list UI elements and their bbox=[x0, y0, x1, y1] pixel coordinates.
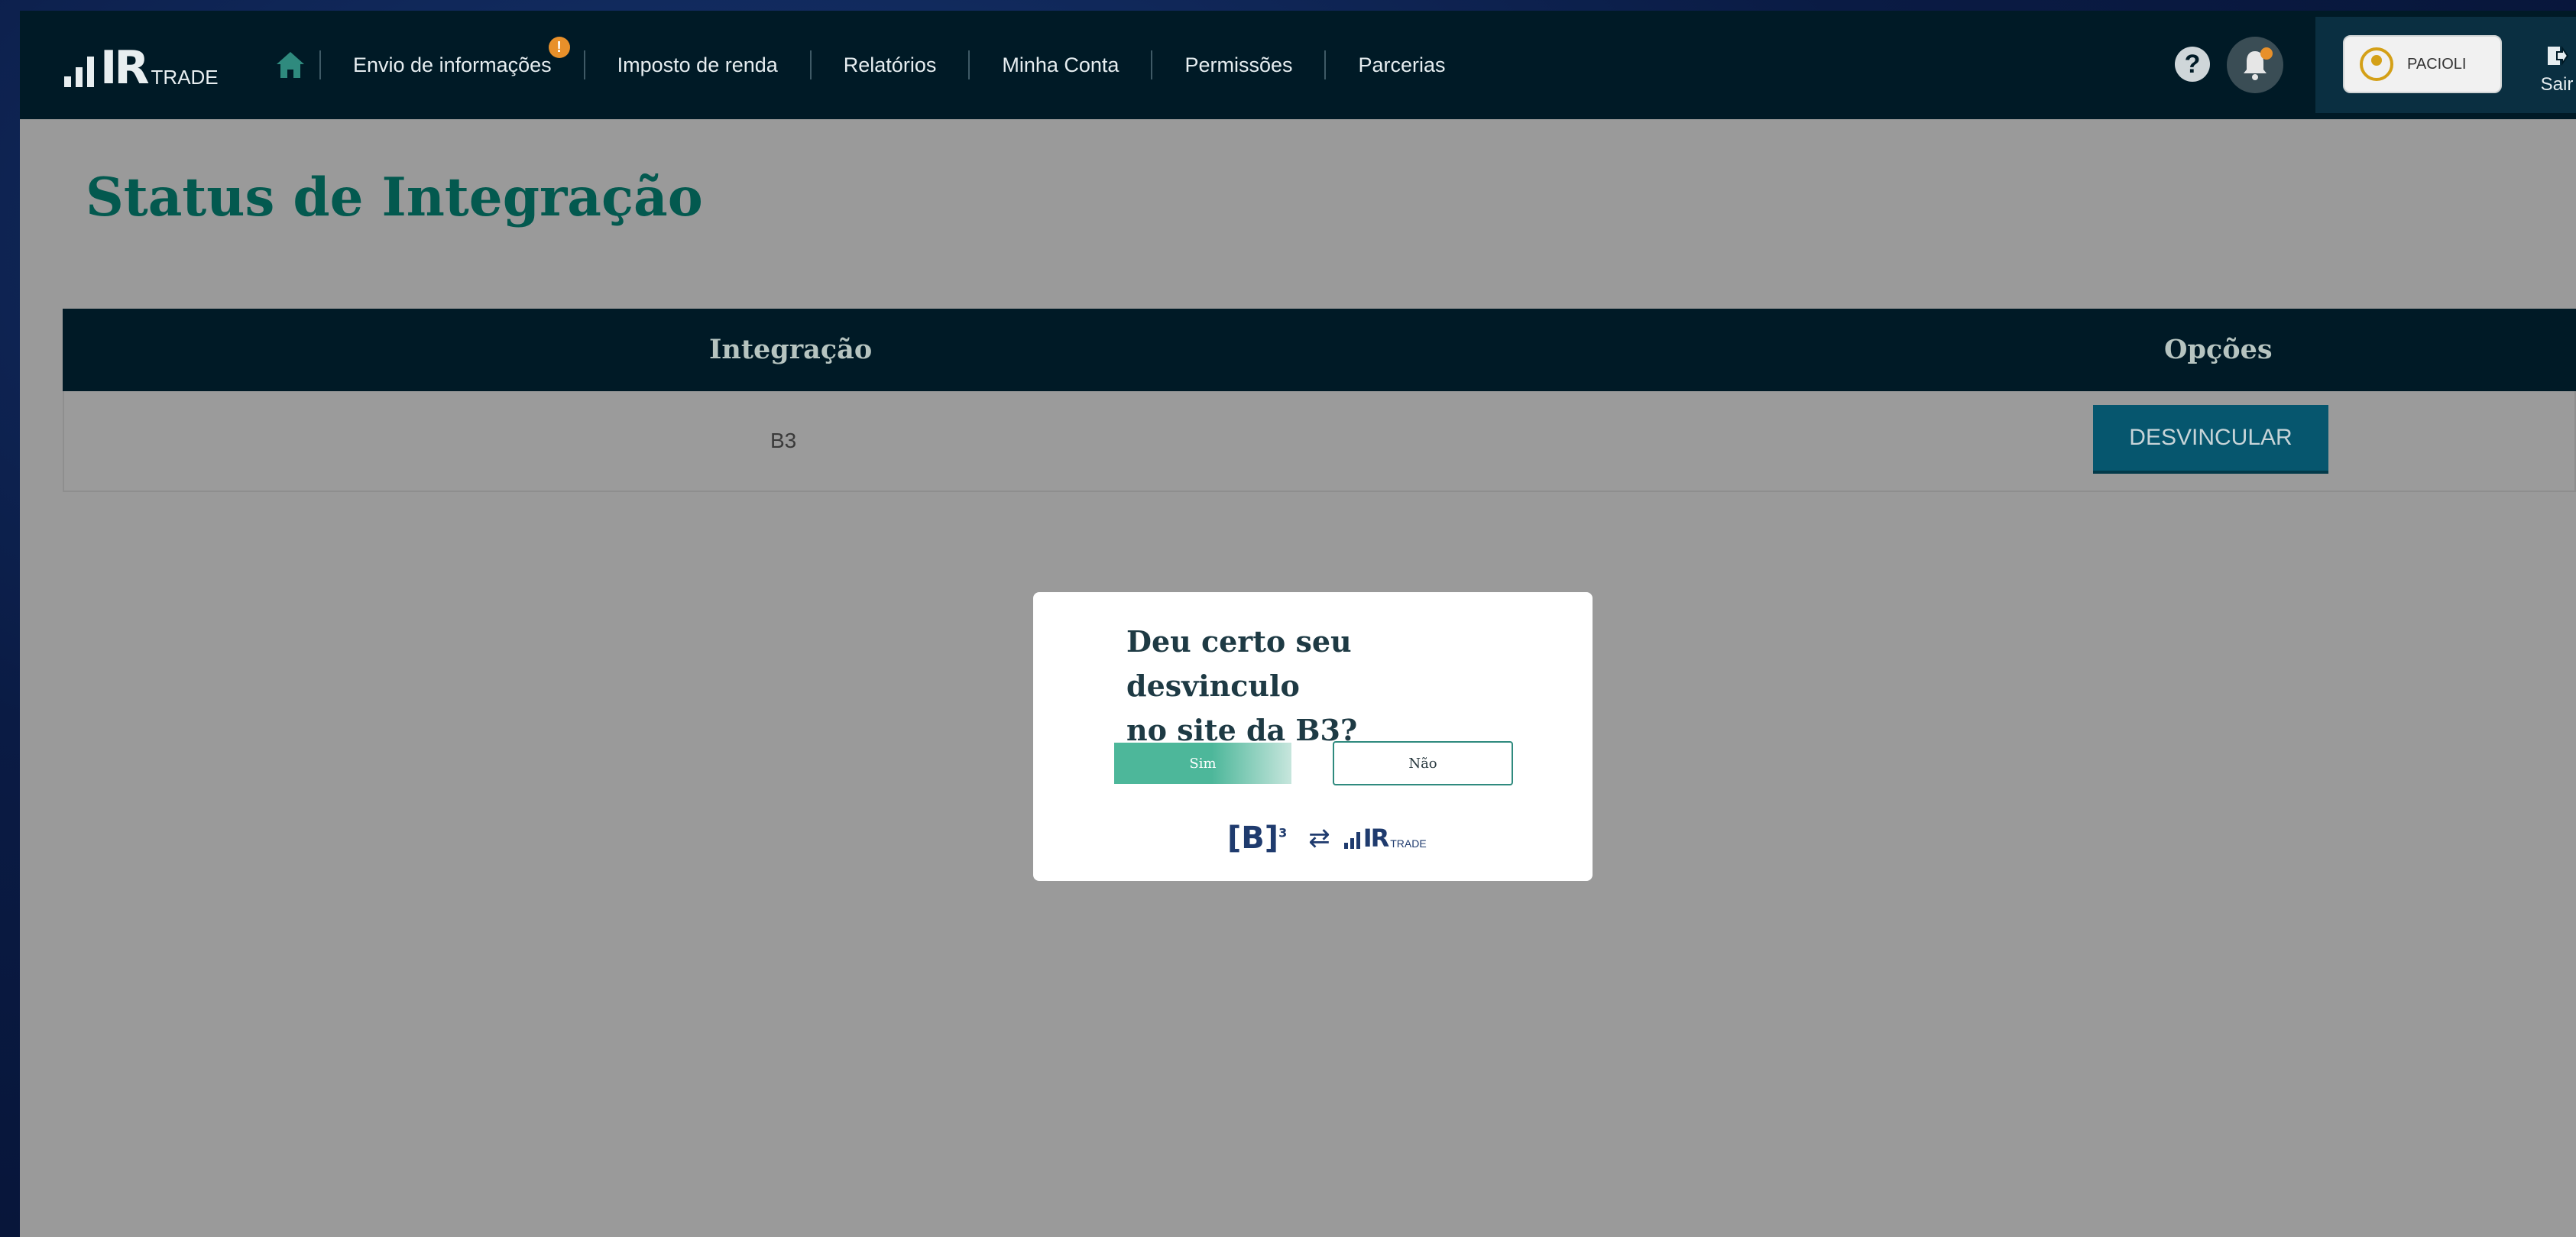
nav-item-label: Envio de informações bbox=[353, 53, 552, 76]
logo-text: TRADE bbox=[1390, 837, 1427, 850]
logo-bars bbox=[1343, 832, 1360, 849]
user-menu-button[interactable]: PACIOLI bbox=[2343, 35, 2502, 93]
nav-item-minha-conta[interactable]: Minha Conta bbox=[970, 53, 1151, 77]
unlink-button[interactable]: DESVINCULAR bbox=[2093, 405, 2328, 474]
notification-badge: ! bbox=[548, 36, 570, 58]
page-title: Status de Integração bbox=[86, 167, 703, 228]
nav-item-parcerias[interactable]: Parcerias bbox=[1326, 53, 1477, 77]
notification-dot bbox=[2260, 47, 2273, 60]
logout-button[interactable]: Sair bbox=[2534, 44, 2576, 96]
swap-icon: ⇄ bbox=[1308, 824, 1330, 853]
modal-question: Deu certo seu desvinculo no site da B3? bbox=[1126, 620, 1524, 753]
table-row: B3 DESVINCULAR bbox=[63, 391, 2576, 492]
nav-item-imposto[interactable]: Imposto de renda bbox=[585, 53, 810, 77]
table-header: Integração Opções bbox=[63, 309, 2576, 391]
no-button[interactable]: Não bbox=[1333, 741, 1513, 785]
partner-logos: [B]3 ⇄ IR TRADE bbox=[1227, 818, 1427, 858]
column-header-integracao: Integração bbox=[709, 334, 873, 365]
modal-question-line1: Deu certo seu desvinculo bbox=[1126, 624, 1352, 703]
b3-logo: [B]3 bbox=[1227, 821, 1288, 856]
irtrade-logo: IR TRADE bbox=[1343, 824, 1427, 853]
top-navbar: IR TRADE Envio de informações ! Imposto … bbox=[20, 11, 2576, 119]
help-icon[interactable]: ? bbox=[2175, 47, 2210, 82]
logout-label: Sair bbox=[2540, 74, 2574, 95]
integration-name: B3 bbox=[770, 429, 797, 452]
logout-icon bbox=[2548, 45, 2569, 66]
integration-table: Integração Opções B3 DESVINCULAR bbox=[63, 309, 2576, 492]
logo-mark: IR bbox=[100, 41, 150, 95]
app-screen: IR TRADE Envio de informações ! Imposto … bbox=[20, 11, 2576, 1237]
logo-text: TRADE bbox=[151, 66, 219, 89]
logo-bars bbox=[64, 57, 94, 87]
user-name: PACIOLI bbox=[2407, 55, 2467, 73]
nav-item-envio[interactable]: Envio de informações ! bbox=[321, 36, 584, 77]
main-nav: Envio de informações ! Imposto de renda … bbox=[319, 11, 1478, 119]
home-icon[interactable] bbox=[274, 49, 307, 83]
nav-item-permissoes[interactable]: Permissões bbox=[1152, 53, 1324, 77]
yes-button[interactable]: Sim bbox=[1114, 743, 1291, 784]
brand-logo[interactable]: IR TRADE bbox=[64, 41, 219, 95]
logo-mark: IR bbox=[1363, 824, 1390, 853]
column-header-opcoes: Opções bbox=[2164, 334, 2273, 365]
nav-item-relatorios[interactable]: Relatórios bbox=[812, 53, 969, 77]
notifications-button[interactable] bbox=[2227, 37, 2283, 93]
avatar-icon bbox=[2360, 47, 2393, 81]
confirm-unlink-modal: Deu certo seu desvinculo no site da B3? … bbox=[1033, 592, 1593, 881]
